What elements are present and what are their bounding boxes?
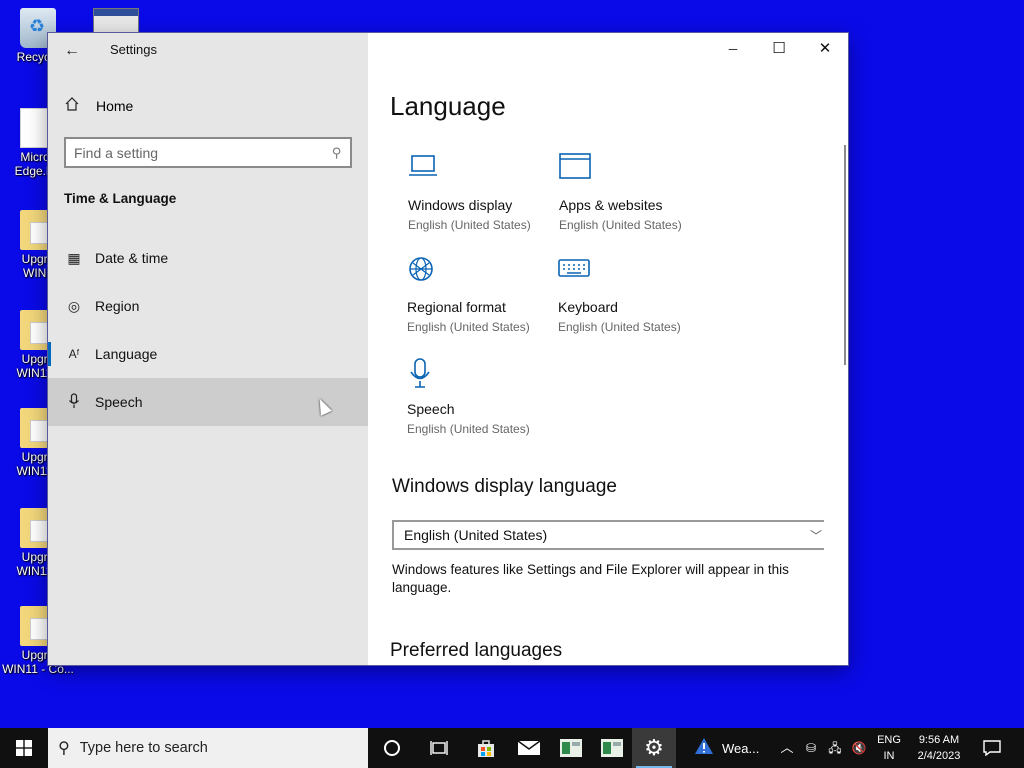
tile-name: Windows display [408,197,513,213]
chevron-down-icon: ﹀ [809,529,822,543]
nav-item-label: Language [95,346,158,362]
taskbar: ⚲ ⚙ Wea... ︿ ⛁ 🖧 🔇 ENG IN 9:56 AM 2/4/20… [0,728,1024,768]
tile-subtitle: English (United States) [559,218,682,232]
taskbar-search: ⚲ [48,728,368,768]
chevron-up-icon[interactable]: ︿ [776,728,798,768]
windows-logo-icon [16,740,32,756]
settings-nav-pane: ← Settings Home ⚲ Time & Language ▦ Date… [48,33,368,665]
settings-window: ← Settings Home ⚲ Time & Language ▦ Date… [48,33,848,665]
globe-format-icon [407,255,557,287]
nav-item-label: Speech [95,394,143,410]
task-view-icon [430,741,448,755]
browser-window-icon [559,153,709,185]
display-language-heading: Windows display language [392,476,617,497]
window-app-icon [93,8,139,34]
preferred-languages-heading: Preferred languages [390,640,563,661]
display-language-description: Windows features like Settings and File … [392,562,789,595]
nav-item-date-time[interactable]: ▦ Date & time [48,234,368,282]
settings-taskbar-button[interactable]: ⚙ [632,728,676,768]
app-window-icon [601,739,623,757]
start-button[interactable] [3,728,45,768]
nav-section-title: Time & Language [64,191,177,206]
page-title: Language [390,91,506,121]
input-language-indicator[interactable]: ENG IN [872,732,906,764]
tile-name: Keyboard [558,299,618,315]
speaker-muted-icon[interactable]: 🔇 [848,728,870,768]
mail-envelope-icon [517,740,541,755]
lang-code: ENG [877,734,901,746]
tile-subtitle: English (United States) [407,320,530,334]
notifications-button[interactable] [980,728,1004,768]
clock-date: 2/4/2023 [917,750,961,762]
calendar-clock-icon: ▦ [67,249,81,266]
search-icon[interactable]: ⚲ [332,145,342,161]
warning-icon [694,737,714,760]
network-drive-icon[interactable]: ⛁ [800,728,822,768]
desktop-icon-window-app[interactable] [78,8,154,36]
weather-widget[interactable]: Wea... [694,728,759,768]
search-icon: ⚲ [58,740,70,757]
weather-label: Wea... [722,740,760,756]
network-icon[interactable]: 🖧 [824,728,846,768]
store-button[interactable] [465,728,507,768]
globe-icon: ◎ [67,297,81,314]
task-view-button[interactable] [418,728,460,768]
clock-time: 9:56 AM [918,734,960,746]
nav-item-label: Region [95,298,140,314]
cortana-button[interactable] [371,728,413,768]
tile-name: Regional format [407,299,506,315]
app-window-icon [560,739,582,757]
settings-content-pane: Language Windows display English (United… [368,33,848,665]
dropdown-value: English (United States) [404,527,548,543]
keyboard-icon [558,255,708,287]
content-scrollbar[interactable] [844,145,846,365]
nav-home-label: Home [96,98,134,114]
store-bag-icon [478,740,494,757]
language-icon: Aᶠ [68,347,80,361]
tile-subtitle: English (United States) [558,320,681,334]
find-setting-input[interactable] [74,144,333,161]
tile-regional-format[interactable]: Regional format English (United States) [407,255,557,334]
home-icon [64,96,84,116]
tile-name: Apps & websites [559,197,663,213]
tile-keyboard[interactable]: Keyboard English (United States) [558,255,708,334]
nav-item-language[interactable]: Aᶠ Language [48,330,368,378]
nav-home[interactable]: Home [48,91,368,121]
taskbar-app-2[interactable] [591,728,633,768]
gear-icon: ⚙ [644,735,664,760]
taskbar-app-1[interactable] [550,728,592,768]
tile-subtitle: English (United States) [408,218,531,232]
lang-region: IN [883,750,895,762]
mail-button[interactable] [508,728,550,768]
tile-name: Speech [407,401,455,417]
back-button[interactable]: ← [60,39,84,63]
find-setting-search: ⚲ [64,137,352,168]
tile-speech[interactable]: Speech English (United States) [407,357,557,436]
notification-icon [983,740,1001,757]
taskbar-clock[interactable]: 9:56 AM 2/4/2023 [908,732,970,764]
nav-item-region[interactable]: ◎ Region [48,282,368,330]
microphone-icon [64,392,84,412]
tile-windows-display[interactable]: Windows display English (United States) [408,153,558,232]
tile-subtitle: English (United States) [407,422,530,436]
selected-indicator [48,342,51,366]
display-language-dropdown[interactable]: English (United States) ﹀ [392,520,824,550]
window-title: Settings [110,42,157,57]
nav-item-label: Date & time [95,250,169,266]
tile-apps-websites[interactable]: Apps & websites English (United States) [559,153,709,232]
cortana-circle-icon [384,740,400,756]
microphone-icon [407,357,557,389]
taskbar-search-input[interactable] [79,740,340,756]
laptop-icon [408,153,558,185]
